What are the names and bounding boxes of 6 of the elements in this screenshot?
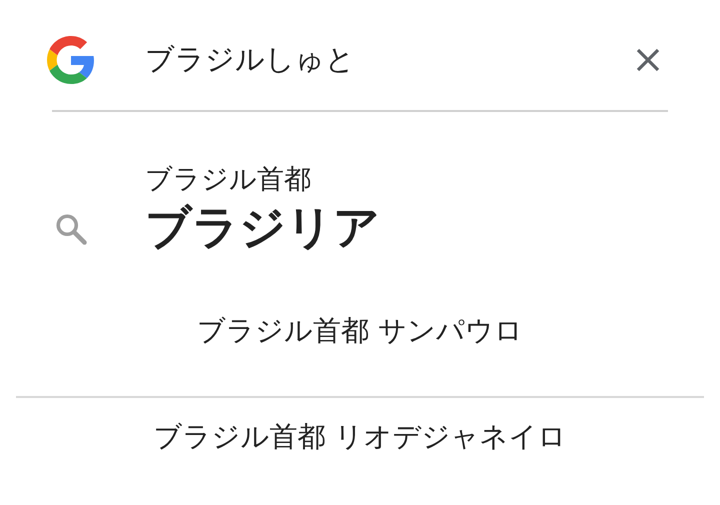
- answer-title: ブラジリア: [145, 199, 380, 256]
- search-field[interactable]: ブラジルしゅと: [145, 43, 615, 77]
- suggestion-item[interactable]: ブラジル首都 サンパウロ: [197, 312, 523, 350]
- google-logo-icon: [47, 36, 95, 84]
- answer-subtitle: ブラジル首都: [145, 163, 312, 197]
- suggestion-item[interactable]: ブラジル首都 リオデジャネイロ: [154, 418, 566, 456]
